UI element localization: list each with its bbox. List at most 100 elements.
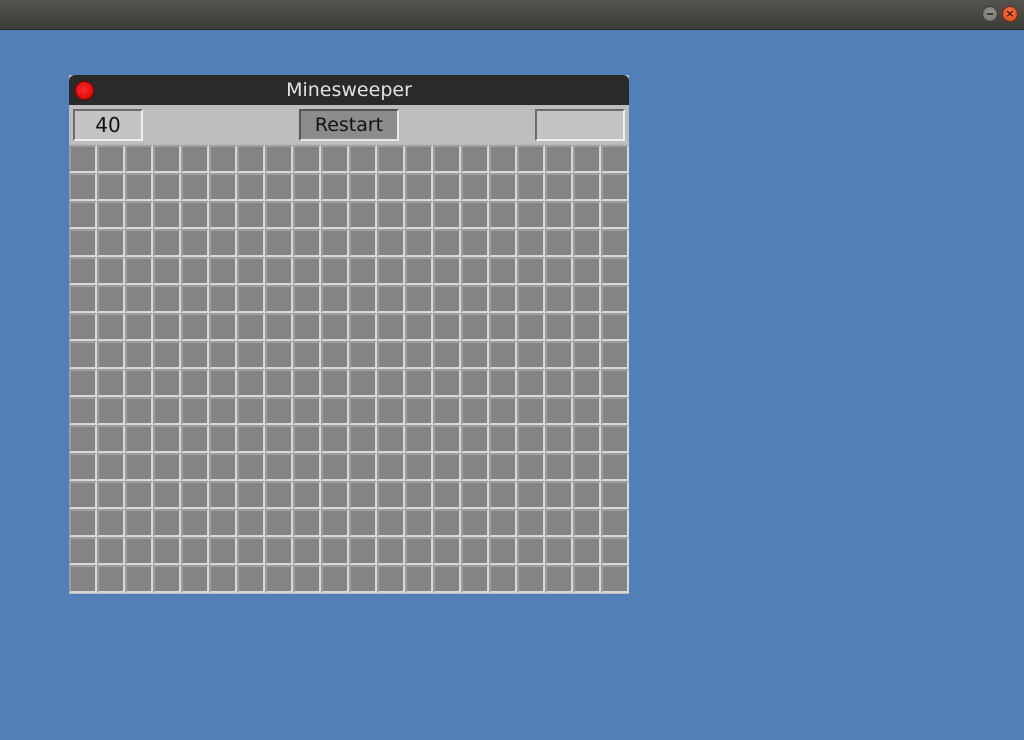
board-cell[interactable] (405, 145, 433, 173)
board-cell[interactable] (377, 145, 405, 173)
board-cell[interactable] (517, 397, 545, 425)
board-cell[interactable] (601, 509, 629, 537)
board-cell[interactable] (209, 341, 237, 369)
board-cell[interactable] (349, 341, 377, 369)
board-cell[interactable] (265, 537, 293, 565)
board-cell[interactable] (461, 313, 489, 341)
board-cell[interactable] (461, 537, 489, 565)
board-cell[interactable] (97, 341, 125, 369)
board-cell[interactable] (377, 285, 405, 313)
board-cell[interactable] (209, 229, 237, 257)
board-cell[interactable] (209, 481, 237, 509)
board-cell[interactable] (125, 481, 153, 509)
board-cell[interactable] (601, 481, 629, 509)
board-cell[interactable] (69, 565, 97, 593)
board-cell[interactable] (405, 313, 433, 341)
board-cell[interactable] (209, 425, 237, 453)
board-cell[interactable] (237, 565, 265, 593)
board-cell[interactable] (321, 509, 349, 537)
board-cell[interactable] (461, 229, 489, 257)
board-cell[interactable] (433, 313, 461, 341)
board-cell[interactable] (293, 313, 321, 341)
board-cell[interactable] (461, 425, 489, 453)
board-cell[interactable] (181, 369, 209, 397)
board-cell[interactable] (97, 313, 125, 341)
board-cell[interactable] (321, 285, 349, 313)
board-cell[interactable] (573, 397, 601, 425)
board-cell[interactable] (545, 369, 573, 397)
board-cell[interactable] (601, 201, 629, 229)
board-cell[interactable] (545, 341, 573, 369)
board-cell[interactable] (209, 453, 237, 481)
window-titlebar[interactable]: Minesweeper (69, 75, 629, 105)
board-cell[interactable] (405, 257, 433, 285)
board-cell[interactable] (265, 313, 293, 341)
board-cell[interactable] (601, 537, 629, 565)
board-cell[interactable] (573, 453, 601, 481)
board-cell[interactable] (321, 369, 349, 397)
board-cell[interactable] (209, 537, 237, 565)
board-cell[interactable] (433, 145, 461, 173)
board-cell[interactable] (69, 397, 97, 425)
board-cell[interactable] (377, 537, 405, 565)
board-cell[interactable] (181, 565, 209, 593)
board-cell[interactable] (349, 229, 377, 257)
board-cell[interactable] (125, 285, 153, 313)
board-cell[interactable] (321, 565, 349, 593)
board-cell[interactable] (153, 537, 181, 565)
board-cell[interactable] (237, 425, 265, 453)
board-cell[interactable] (153, 565, 181, 593)
board-cell[interactable] (517, 145, 545, 173)
board-cell[interactable] (405, 425, 433, 453)
board-cell[interactable] (321, 397, 349, 425)
board-cell[interactable] (377, 509, 405, 537)
board-cell[interactable] (153, 509, 181, 537)
board-cell[interactable] (377, 201, 405, 229)
board-cell[interactable] (461, 509, 489, 537)
board-cell[interactable] (265, 145, 293, 173)
board-cell[interactable] (517, 369, 545, 397)
board-cell[interactable] (517, 537, 545, 565)
board-cell[interactable] (321, 229, 349, 257)
board-cell[interactable] (405, 453, 433, 481)
board-cell[interactable] (545, 537, 573, 565)
board-cell[interactable] (153, 257, 181, 285)
board-cell[interactable] (209, 173, 237, 201)
board-cell[interactable] (349, 201, 377, 229)
board-cell[interactable] (181, 425, 209, 453)
board-cell[interactable] (517, 229, 545, 257)
board-cell[interactable] (209, 397, 237, 425)
board-cell[interactable] (545, 425, 573, 453)
board-cell[interactable] (237, 369, 265, 397)
board-cell[interactable] (321, 173, 349, 201)
board-cell[interactable] (461, 257, 489, 285)
board-cell[interactable] (265, 257, 293, 285)
board-cell[interactable] (601, 173, 629, 201)
board-cell[interactable] (573, 341, 601, 369)
board-cell[interactable] (125, 565, 153, 593)
board-cell[interactable] (545, 285, 573, 313)
board-cell[interactable] (265, 509, 293, 537)
board-cell[interactable] (377, 173, 405, 201)
board-cell[interactable] (377, 313, 405, 341)
board-cell[interactable] (293, 565, 321, 593)
board-cell[interactable] (489, 425, 517, 453)
board-cell[interactable] (545, 565, 573, 593)
minimize-icon[interactable] (982, 6, 998, 22)
board-cell[interactable] (69, 481, 97, 509)
board-cell[interactable] (433, 565, 461, 593)
board-cell[interactable] (125, 509, 153, 537)
board-cell[interactable] (573, 425, 601, 453)
board-cell[interactable] (461, 369, 489, 397)
board-cell[interactable] (181, 173, 209, 201)
board-cell[interactable] (573, 257, 601, 285)
board-cell[interactable] (349, 173, 377, 201)
board-cell[interactable] (405, 369, 433, 397)
board-cell[interactable] (181, 285, 209, 313)
board-cell[interactable] (69, 369, 97, 397)
board-cell[interactable] (377, 397, 405, 425)
board-cell[interactable] (489, 565, 517, 593)
board-cell[interactable] (489, 481, 517, 509)
board-cell[interactable] (69, 229, 97, 257)
board-cell[interactable] (433, 285, 461, 313)
